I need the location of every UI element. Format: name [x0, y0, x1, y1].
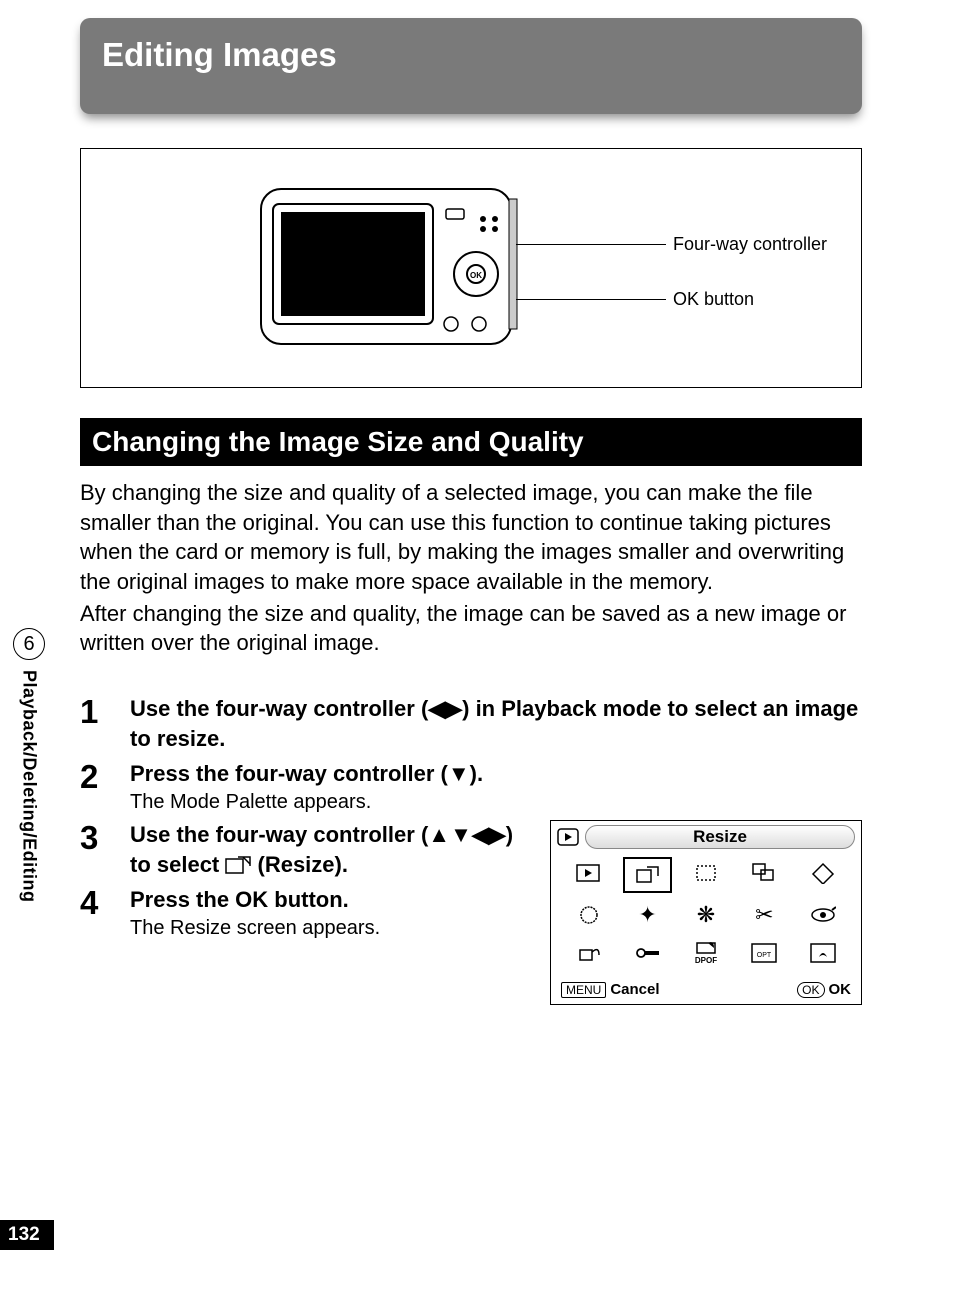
palette-icon-resize-selected	[623, 857, 671, 893]
step-2-desc: The Mode Palette appears.	[130, 791, 862, 814]
section-title: Changing the Image Size and Quality	[92, 426, 584, 457]
step-number: 3	[80, 820, 130, 879]
palette-icon-copy	[740, 857, 788, 889]
triangle-down-icon: ▼	[450, 820, 472, 850]
triangle-left-icon: ◀	[472, 820, 489, 850]
triangle-down-icon: ▼	[448, 759, 470, 789]
step-3-title: Use the four-way controller (▲▼◀▶) to se…	[130, 820, 520, 879]
playback-icon	[557, 828, 579, 846]
palette-icon-slideshow	[565, 857, 613, 889]
mode-palette-screenshot: Resize ✦ ❋ ✂ DPOF OPT	[550, 820, 862, 1005]
step-1: 1 Use the four-way controller (◀▶) in Pl…	[80, 694, 862, 753]
chapter-title: Editing Images	[102, 36, 337, 73]
svg-text:OK: OK	[470, 271, 482, 280]
palette-icon-startup: OPT	[740, 937, 788, 969]
palette-icon-grid: ✦ ❋ ✂ DPOF OPT	[551, 853, 861, 977]
callout-ok-button: OK button	[673, 289, 754, 310]
resize-icon	[225, 855, 251, 875]
step-2-title: Press the four-way controller (▼).	[130, 759, 862, 789]
palette-icon-frame	[799, 937, 847, 969]
step-3: 3 Use the four-way controller (▲▼◀▶) to …	[80, 820, 520, 879]
palette-cancel: MENUCancel	[561, 981, 660, 998]
intro-text: By changing the size and quality of a se…	[80, 478, 862, 658]
step-number: 2	[80, 759, 130, 814]
step-number: 4	[80, 885, 130, 940]
palette-icon-trimming	[682, 857, 730, 889]
step-number: 1	[80, 694, 130, 753]
palette-icon-filter1	[565, 899, 613, 931]
side-tab: 6 Playback/Deleting/Editing	[0, 628, 58, 903]
palette-icon-brightness: ✦	[623, 899, 671, 931]
camera-illustration-box: OK Four-way controller OK button	[80, 148, 862, 388]
step-4-desc: The Resize screen appears.	[130, 917, 520, 940]
side-section-label: Playback/Deleting/Editing	[19, 670, 40, 903]
intro-paragraph-2: After changing the size and quality, the…	[80, 599, 862, 658]
palette-icon-redeye	[799, 899, 847, 931]
ok-key-label: OK	[797, 982, 824, 998]
triangle-right-icon: ▶	[445, 694, 462, 724]
palette-icon-dpof: DPOF	[682, 937, 730, 969]
palette-icon-movie-edit: ✂	[740, 899, 788, 931]
step-4: 4 Press the OK button. The Resize screen…	[80, 885, 520, 940]
menu-key-label: MENU	[561, 982, 606, 998]
camera-illustration: OK	[251, 169, 531, 369]
palette-icon-rotate	[799, 857, 847, 889]
page-number: 132	[0, 1220, 54, 1250]
callout-four-way-controller: Four-way controller	[673, 234, 827, 255]
palette-title: Resize	[585, 825, 855, 849]
chapter-number-badge: 6	[13, 628, 45, 660]
svg-text:OPT: OPT	[757, 952, 772, 959]
palette-icon-voice-memo	[565, 937, 613, 969]
step-1-title: Use the four-way controller (◀▶) in Play…	[130, 694, 862, 753]
step-4-title: Press the OK button.	[130, 885, 520, 915]
triangle-up-icon: ▲	[428, 820, 450, 850]
palette-icon-protect	[623, 937, 671, 969]
triangle-right-icon: ▶	[489, 820, 506, 850]
step-2: 2 Press the four-way controller (▼). The…	[80, 759, 862, 814]
triangle-left-icon: ◀	[428, 694, 445, 724]
intro-paragraph-1: By changing the size and quality of a se…	[80, 478, 862, 597]
chapter-header: Editing Images	[80, 18, 862, 114]
steps-list: 1 Use the four-way controller (◀▶) in Pl…	[80, 694, 862, 946]
section-heading: Changing the Image Size and Quality	[80, 418, 862, 466]
palette-icon-filter2: ❋	[682, 899, 730, 931]
palette-ok: OKOK	[797, 981, 851, 998]
